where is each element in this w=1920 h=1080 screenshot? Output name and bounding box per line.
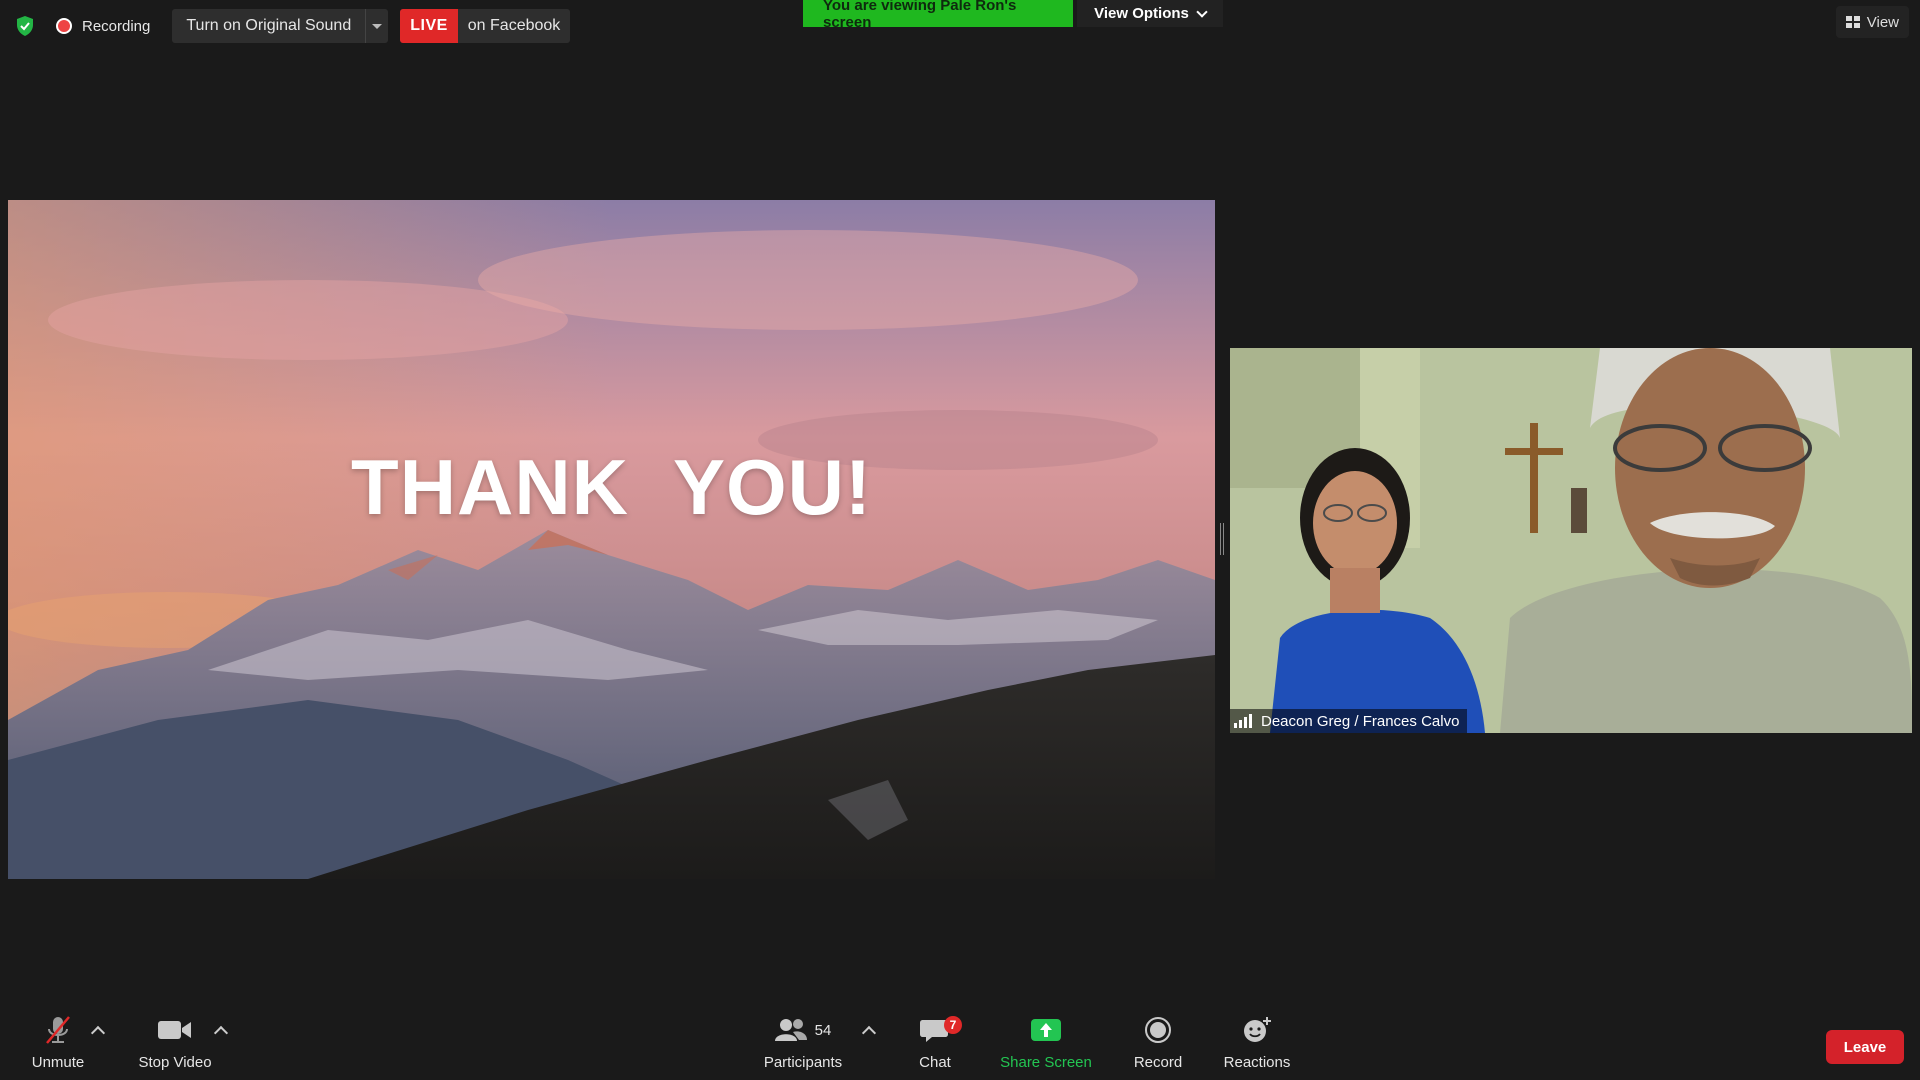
reactions-label: Reactions <box>1223 1054 1291 1071</box>
share-screen-label: Share Screen <box>1000 1054 1092 1071</box>
original-sound-label: Turn on Original Sound <box>186 17 352 34</box>
view-options-label: View Options <box>1094 5 1189 22</box>
participants-button[interactable]: 54 Participants <box>760 1010 846 1080</box>
view-layout-button[interactable]: View <box>1835 6 1909 38</box>
shared-screen-view[interactable]: THANK YOU! <box>8 200 1215 879</box>
video-camera-icon <box>158 1021 191 1039</box>
microphone-muted-icon <box>46 1016 70 1044</box>
participant-name-tag: Deacon Greg / Frances Calvo <box>1230 709 1468 733</box>
record-icon <box>1145 1017 1171 1043</box>
participant-name: Deacon Greg / Frances Calvo <box>1261 712 1460 730</box>
unmute-label: Unmute <box>31 1054 85 1071</box>
chevron-down-icon <box>1196 5 1208 18</box>
leave-meeting-button[interactable]: Leave <box>1826 1030 1904 1064</box>
participant-video-tile[interactable]: Deacon Greg / Frances Calvo <box>1230 348 1912 733</box>
participants-count: 54 <box>814 1021 832 1039</box>
participants-icon <box>774 1019 807 1041</box>
signal-strength-icon <box>1234 714 1254 728</box>
reactions-button[interactable]: Reactions <box>1220 1010 1294 1080</box>
chevron-down-icon[interactable] <box>365 9 388 43</box>
splitter-handle[interactable] <box>1220 523 1224 555</box>
participants-options-chevron-icon[interactable] <box>861 1025 877 1041</box>
view-options-button[interactable]: View Options <box>1077 0 1223 27</box>
chat-unread-badge: 7 <box>944 1016 962 1034</box>
recording-label: Recording <box>82 17 151 35</box>
screen-share-banner: You are viewing Pale Ron's screen View O… <box>803 0 1223 31</box>
slide-text: THANK YOU! <box>351 443 872 531</box>
live-stream-indicator[interactable]: LIVE on Facebook <box>400 9 571 43</box>
chat-button[interactable]: 7 Chat <box>910 1010 962 1080</box>
stop-video-label: Stop Video <box>138 1054 212 1071</box>
live-badge: LIVE <box>400 9 458 43</box>
viewing-screen-text: You are viewing Pale Ron's screen <box>803 0 1073 31</box>
meeting-status-bar: Recording Turn on Original Sound LIVE on… <box>12 8 571 44</box>
share-screen-icon <box>1031 1019 1061 1041</box>
original-sound-button[interactable]: Turn on Original Sound <box>172 9 389 43</box>
meeting-toolbar: Unmute Stop Video 54 Participants 7 Chat… <box>0 1010 1920 1080</box>
mountain-sunset-image <box>8 200 1215 879</box>
recording-indicator[interactable]: Recording <box>56 18 150 35</box>
unmute-button[interactable]: Unmute <box>22 1010 94 1080</box>
view-label: View <box>1866 13 1899 31</box>
share-screen-button[interactable]: Share Screen <box>996 1010 1096 1080</box>
reactions-smiley-icon <box>1244 1017 1271 1042</box>
chat-label: Chat <box>919 1054 951 1071</box>
record-button[interactable]: Record <box>1126 1010 1190 1080</box>
recording-dot-icon <box>56 18 72 34</box>
stop-video-button[interactable]: Stop Video <box>130 1010 220 1080</box>
grid-view-icon <box>1845 16 1860 28</box>
live-destination: on Facebook <box>467 17 561 34</box>
shield-check-icon[interactable] <box>14 15 36 37</box>
record-label: Record <box>1133 1054 1183 1071</box>
participant-video-image <box>1230 348 1912 733</box>
participants-label: Participants <box>763 1054 843 1071</box>
